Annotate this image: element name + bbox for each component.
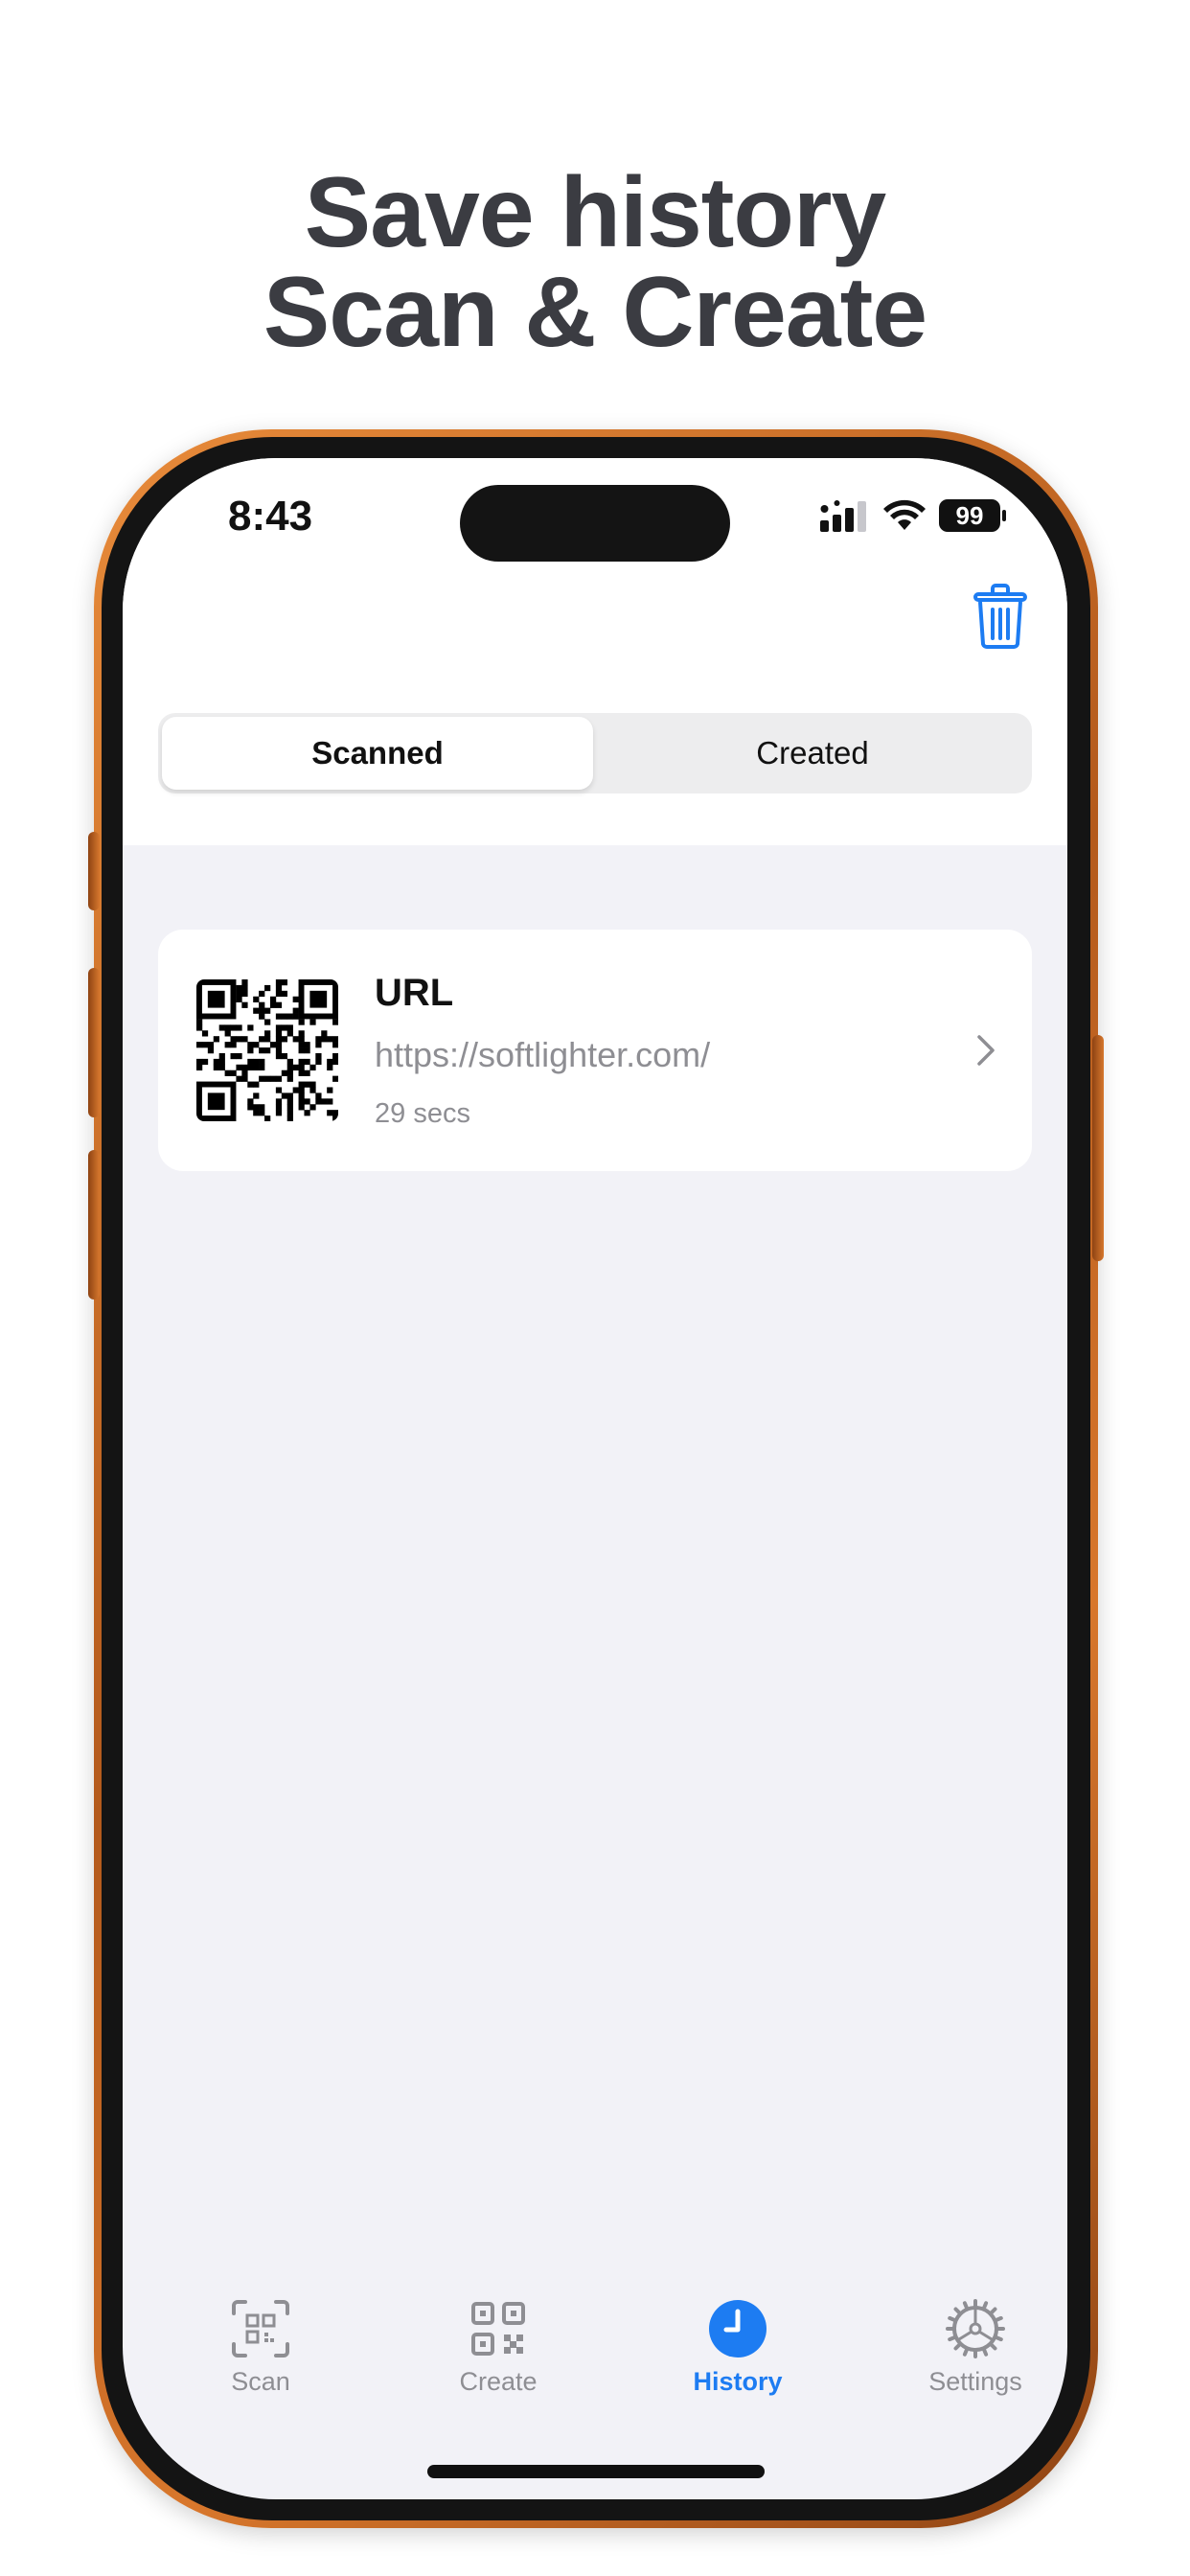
history-item-type: URL	[375, 972, 454, 1014]
segment-scanned[interactable]: Scanned	[162, 717, 593, 790]
phone-screen: 8:43 99 Scanned Created URL https://soft…	[123, 458, 1067, 2499]
headline-line-2: Scan & Create	[263, 257, 927, 368]
qr-code-icon	[471, 2302, 525, 2356]
qr-code-thumbnail	[196, 979, 338, 1121]
clock-icon	[709, 2300, 767, 2358]
tab-history[interactable]: History	[642, 2298, 834, 2397]
tab-settings-label: Settings	[928, 2367, 1022, 2396]
tab-create-label: Create	[459, 2367, 538, 2396]
history-item-value: https://softlighter.com/	[375, 1035, 711, 1074]
chevron-right-icon	[977, 1035, 995, 1066]
history-segmented-control: Scanned Created	[158, 713, 1032, 794]
header-area: 8:43 99 Scanned Created	[123, 458, 1067, 845]
tab-scan[interactable]: Scan	[165, 2298, 356, 2397]
tab-settings[interactable]: Settings	[880, 2298, 1067, 2397]
headline-line-1: Save history	[304, 157, 887, 268]
volume-down-button	[88, 1150, 100, 1300]
scan-qr-icon	[232, 2300, 289, 2358]
tab-scan-label: Scan	[231, 2367, 290, 2396]
cellular-signal-icon	[820, 500, 866, 532]
gear-icon	[946, 2299, 1005, 2358]
status-time: 8:43	[228, 493, 313, 540]
segment-created[interactable]: Created	[597, 717, 1028, 790]
tab-history-label: History	[693, 2367, 783, 2396]
battery-indicator: 99	[939, 499, 1006, 532]
power-button	[1092, 1035, 1104, 1261]
action-button	[88, 832, 100, 910]
history-item[interactable]: URL https://softlighter.com/ 29 secs	[158, 930, 1032, 1171]
tab-bar: Scan Create History Settings	[123, 2298, 1067, 2451]
app-store-screenshot: Save history Scan & Create 8:43 99 Scann…	[0, 0, 1190, 2576]
tab-create[interactable]: Create	[402, 2298, 594, 2397]
wifi-icon	[883, 499, 926, 530]
volume-up-button	[88, 968, 100, 1117]
history-item-age: 29 secs	[375, 1098, 470, 1129]
status-indicators: 99	[820, 496, 1006, 535]
home-indicator	[427, 2465, 765, 2478]
trash-icon[interactable]	[972, 583, 1029, 650]
dynamic-island	[460, 485, 730, 562]
